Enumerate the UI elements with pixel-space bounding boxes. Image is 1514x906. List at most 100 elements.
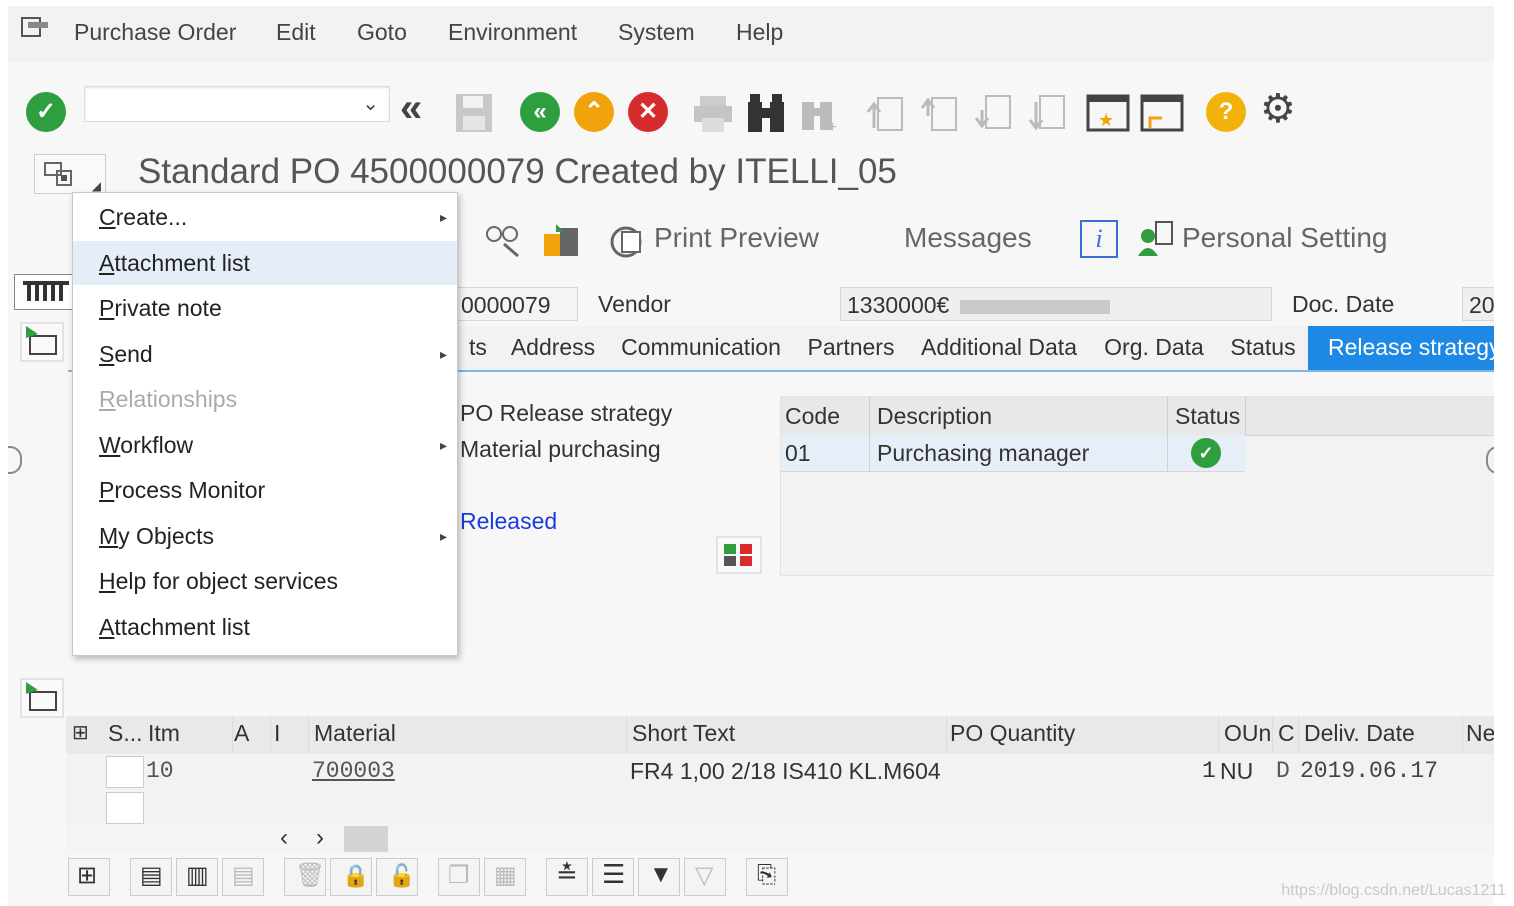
sort-ascending-button[interactable]: ≛ bbox=[546, 858, 588, 896]
configuration-button[interactable]: ⎘ bbox=[746, 858, 788, 896]
cancel-icon[interactable]: ✕ bbox=[628, 92, 668, 132]
tab-status[interactable]: Status bbox=[1218, 326, 1309, 370]
details-item-button[interactable]: ⊞ bbox=[68, 858, 110, 896]
delete-button[interactable]: 🗑 bbox=[284, 858, 326, 896]
print-icon[interactable] bbox=[692, 94, 734, 134]
menu-item-create[interactable]: Create... ▸ bbox=[73, 195, 457, 239]
scrollbar-thumb[interactable] bbox=[344, 826, 388, 852]
chevron-down-icon[interactable]: ⌄ bbox=[362, 91, 379, 116]
create-session-icon[interactable]: ★ bbox=[1086, 92, 1130, 134]
split-button[interactable]: ▦ bbox=[484, 858, 526, 896]
object-services-icon bbox=[44, 162, 72, 186]
menu-item-attachment-list-2[interactable]: Attachment list bbox=[73, 605, 457, 649]
table-row[interactable]: 10 700003 FR4 1,00 2/18 IS410 KL.M604 1 … bbox=[66, 754, 1494, 791]
short-text: FR4 1,00 2/18 IS410 KL.M604 bbox=[630, 758, 941, 784]
scroll-right-icon[interactable]: › bbox=[316, 824, 324, 852]
menu-goto[interactable]: Goto bbox=[357, 19, 407, 46]
menu-item-private-note[interactable]: Private note bbox=[73, 286, 457, 330]
lock-button[interactable]: 🔒 bbox=[330, 858, 372, 896]
left-resize-handle[interactable] bbox=[8, 446, 22, 474]
find-next-icon[interactable]: + bbox=[800, 92, 840, 134]
released-check-icon[interactable]: ✓ bbox=[1191, 438, 1221, 468]
collapse-items-icon[interactable] bbox=[20, 678, 64, 718]
last-page-icon[interactable] bbox=[1028, 92, 1068, 134]
scroll-left-icon[interactable]: ‹ bbox=[280, 824, 288, 852]
row-selector[interactable] bbox=[106, 792, 144, 824]
tab-texts[interactable]: ts bbox=[458, 326, 499, 370]
filter-button[interactable]: ▼ bbox=[638, 858, 680, 896]
menu-item-workflow[interactable]: Workflow ▸ bbox=[73, 423, 457, 467]
header-toggle-button[interactable] bbox=[14, 274, 76, 310]
object-services-button[interactable]: ◢ bbox=[34, 154, 106, 194]
status-column-header: Status bbox=[1175, 403, 1241, 429]
help-icon[interactable]: ? bbox=[1206, 92, 1246, 132]
window-menu-icon[interactable] bbox=[20, 16, 50, 40]
messages-button[interactable]: Messages bbox=[904, 222, 1032, 254]
deselect-all-icon: ▤ bbox=[232, 862, 255, 889]
collapse-header-icon[interactable] bbox=[20, 322, 64, 362]
back-green-icon[interactable]: « bbox=[520, 92, 560, 132]
tab-communication[interactable]: Communication bbox=[608, 326, 795, 370]
description-column-header: Description bbox=[877, 403, 993, 429]
release-status-text: Released bbox=[460, 508, 558, 534]
deselect-all-button[interactable]: ▤ bbox=[222, 858, 264, 896]
copy-button[interactable]: ❐ bbox=[438, 858, 480, 896]
personal-setting-icon[interactable] bbox=[1136, 218, 1176, 258]
menu-edit[interactable]: Edit bbox=[276, 19, 316, 46]
menu-environment[interactable]: Environment bbox=[448, 19, 577, 46]
back-icon[interactable]: « bbox=[400, 86, 422, 131]
menu-help[interactable]: Help bbox=[736, 19, 783, 46]
menu-purchase-order[interactable]: Purchase Order bbox=[74, 19, 236, 46]
vendor-field[interactable]: 1330000€ bbox=[840, 287, 1272, 321]
save-icon[interactable] bbox=[454, 92, 494, 134]
doc-date-field[interactable]: 20 bbox=[1462, 287, 1494, 321]
menu-item-help-object-services[interactable]: Help for object services bbox=[73, 559, 457, 603]
menu-item-process-monitor[interactable]: Process Monitor bbox=[73, 468, 457, 512]
table-settings-icon[interactable]: ⊞ bbox=[72, 720, 89, 745]
first-page-icon[interactable] bbox=[866, 92, 906, 134]
tab-partners[interactable]: Partners bbox=[794, 326, 909, 370]
personal-setting-button[interactable]: Personal Setting bbox=[1182, 222, 1387, 254]
material-number[interactable]: 700003 bbox=[312, 758, 395, 784]
shortcut-icon[interactable] bbox=[1140, 92, 1184, 134]
table-row[interactable]: 01 Purchasing manager ✓ bbox=[781, 435, 1245, 472]
date-category: D bbox=[1276, 758, 1290, 784]
table-row[interactable] bbox=[66, 790, 1494, 827]
unlock-button[interactable]: 🔓 bbox=[376, 858, 418, 896]
doc-date-label: Doc. Date bbox=[1292, 291, 1395, 317]
select-block-button[interactable]: ▥ bbox=[176, 858, 218, 896]
delete-filter-icon: ▽ bbox=[695, 862, 714, 889]
po-number-field[interactable]: 0000079 bbox=[454, 287, 578, 321]
tab-release-strategy[interactable]: Release strategy bbox=[1308, 326, 1494, 370]
delete-filter-button[interactable]: ▽ bbox=[684, 858, 726, 896]
menu-item-send[interactable]: Send ▸ bbox=[73, 332, 457, 376]
tab-additional-data[interactable]: Additional Data bbox=[908, 326, 1091, 370]
select-all-button[interactable]: ▤ bbox=[130, 858, 172, 896]
release-code: 01 bbox=[785, 440, 811, 466]
release-simulation-icon[interactable] bbox=[716, 536, 762, 574]
sort-descending-button[interactable]: ☰ bbox=[592, 858, 634, 896]
print-preview-icon[interactable] bbox=[610, 222, 650, 260]
sort-icon: ≛ bbox=[556, 859, 578, 889]
order-unit: NU bbox=[1220, 758, 1254, 784]
next-page-icon[interactable] bbox=[974, 92, 1014, 134]
tab-address[interactable]: Address bbox=[498, 326, 609, 370]
previous-page-icon[interactable] bbox=[920, 92, 960, 134]
menu-item-relationships: Relationships bbox=[99, 386, 238, 412]
menu-item-my-objects[interactable]: My Objects ▸ bbox=[73, 514, 457, 558]
display-document-icon[interactable] bbox=[484, 220, 524, 258]
exit-icon[interactable]: ⌃ bbox=[574, 92, 614, 132]
tab-org-data[interactable]: Org. Data bbox=[1090, 326, 1219, 370]
enter-icon[interactable]: ✓ bbox=[26, 92, 66, 132]
find-icon[interactable] bbox=[746, 92, 786, 134]
menu-item-attachment-list[interactable]: Attachment list bbox=[73, 241, 457, 285]
row-selector[interactable] bbox=[106, 756, 144, 788]
settings-icon[interactable]: ⚙ bbox=[1260, 86, 1296, 132]
info-icon[interactable]: i bbox=[1080, 220, 1118, 258]
print-preview-button[interactable]: Print Preview bbox=[654, 222, 819, 254]
release-table-header: Code Description Status bbox=[781, 397, 1494, 436]
release-strategy-label: PO Release strategy bbox=[460, 400, 673, 426]
menu-system[interactable]: System bbox=[618, 19, 695, 46]
command-field[interactable]: ⌄ bbox=[84, 86, 390, 122]
other-document-icon[interactable] bbox=[542, 220, 582, 260]
